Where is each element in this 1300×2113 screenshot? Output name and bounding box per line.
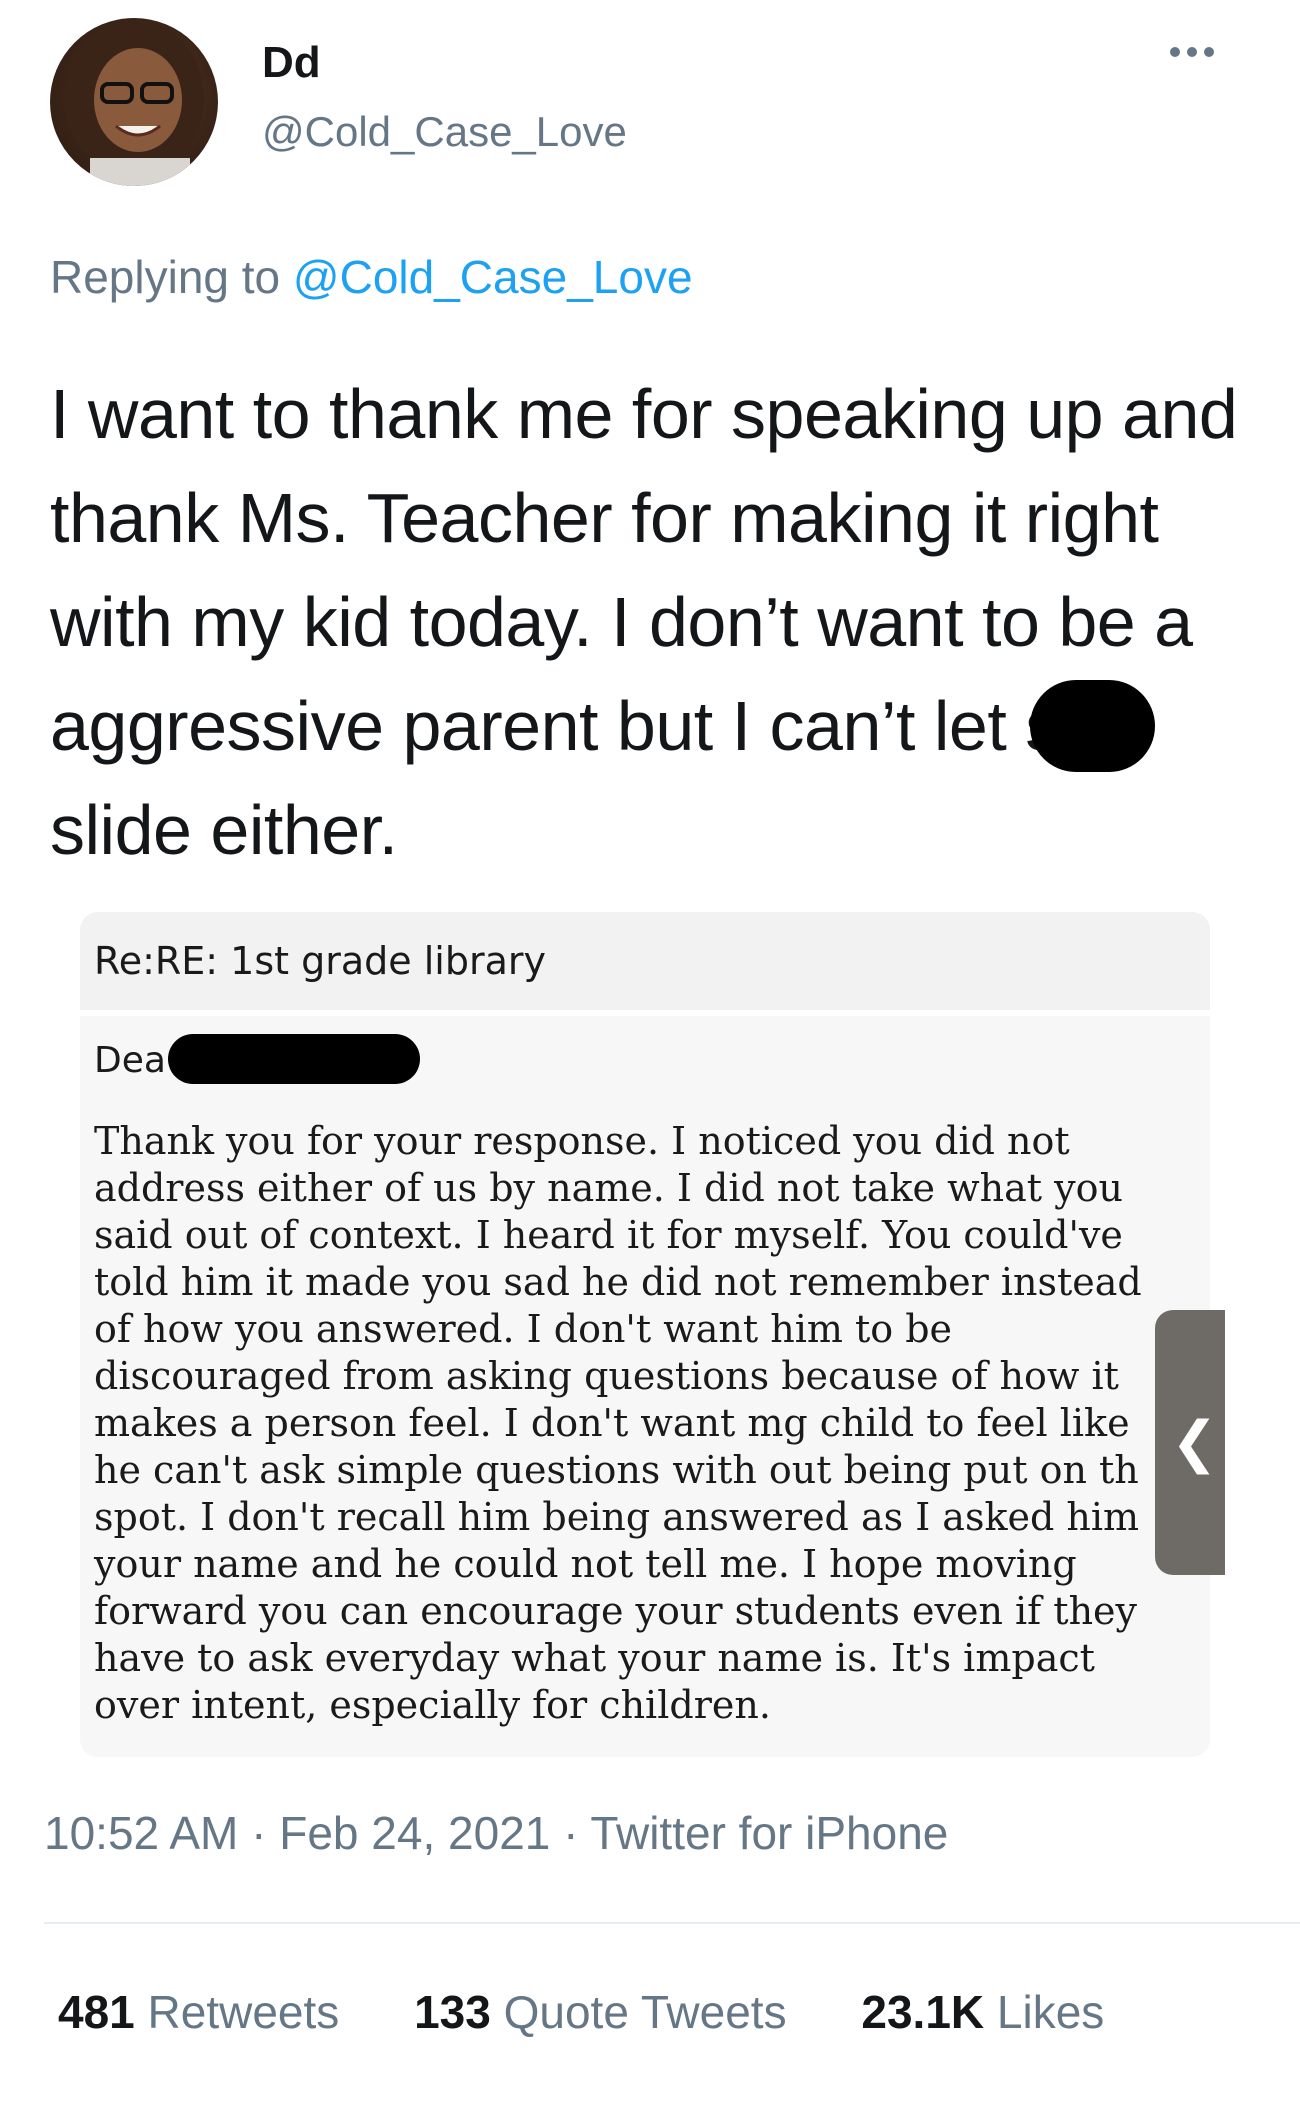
likes-label: Likes xyxy=(996,1986,1105,2038)
replying-to-label: Replying to xyxy=(50,251,281,303)
email-body: Thank you for your response. I noticed y… xyxy=(94,1119,1142,1727)
email-divider xyxy=(80,1010,1210,1016)
redaction-blob xyxy=(1029,680,1155,772)
tweet-time[interactable]: 10:52 AM xyxy=(44,1807,238,1859)
retweets-count: 481 xyxy=(58,1986,135,2038)
retweets-label: Retweets xyxy=(147,1986,340,2038)
user-handle[interactable]: @Cold_Case_Love xyxy=(262,108,627,156)
tweet-date[interactable]: Feb 24, 2021 xyxy=(279,1807,550,1859)
quote-tweets-stat[interactable]: 133 Quote Tweets xyxy=(414,1985,787,2039)
tweet-stats: 481 Retweets 133 Quote Tweets 23.1K Like… xyxy=(58,1985,1166,2039)
side-panel-handle[interactable]: ❮ xyxy=(1155,1310,1225,1575)
likes-count: 23.1K xyxy=(861,1986,985,2038)
tweet-source[interactable]: Twitter for iPhone xyxy=(590,1807,948,1859)
more-icon[interactable] xyxy=(1170,44,1230,84)
email-greeting: Dea xyxy=(94,1040,166,1081)
divider xyxy=(44,1922,1300,1924)
replying-to: Replying to @Cold_Case_Love xyxy=(50,250,693,304)
email-subject: Re:RE: 1st grade library xyxy=(80,912,1210,1010)
tweet-text-part2: slide either. xyxy=(50,791,398,869)
email-screenshot-image[interactable]: Re:RE: 1st grade library Dea Thank you f… xyxy=(80,912,1210,1757)
tweet-text: I want to thank me for speaking up and t… xyxy=(50,362,1260,882)
chevron-left-icon: ❮ xyxy=(1171,1410,1218,1475)
avatar[interactable] xyxy=(50,18,218,186)
retweets-stat[interactable]: 481 Retweets xyxy=(58,1985,339,2039)
display-name[interactable]: Dd xyxy=(262,38,321,88)
likes-stat[interactable]: 23.1K Likes xyxy=(861,1985,1104,2039)
tweet-meta: 10:52 AM · Feb 24, 2021 · Twitter for iP… xyxy=(44,1807,949,1859)
quote-tweets-count: 133 xyxy=(414,1986,491,2038)
reply-mention-link[interactable]: @Cold_Case_Love xyxy=(293,251,693,303)
redaction-bar xyxy=(168,1034,420,1084)
quote-tweets-label: Quote Tweets xyxy=(503,1986,787,2038)
